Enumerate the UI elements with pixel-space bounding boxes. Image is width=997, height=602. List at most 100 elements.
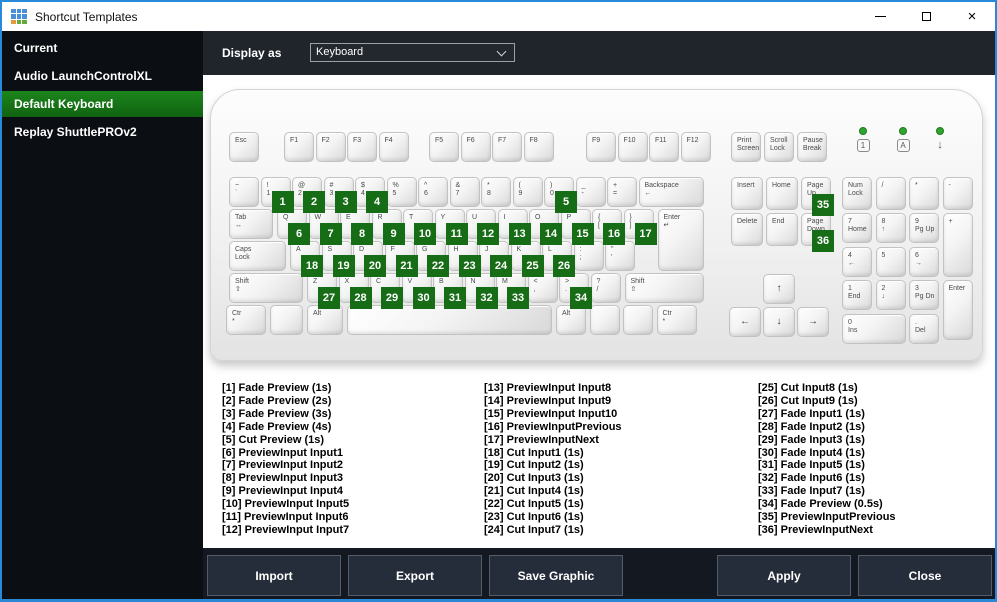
key-r[interactable]: R9 (371, 209, 405, 245)
key-quote[interactable]: " ' (605, 241, 635, 271)
key-print-screen[interactable]: Print Screen (731, 132, 761, 162)
key-alt-left[interactable]: Alt (307, 305, 343, 335)
key-7[interactable]: & 7 (449, 177, 480, 207)
key-3[interactable]: #3 3 (323, 177, 357, 213)
key-6[interactable]: ^ 6 (418, 177, 448, 207)
key-f11[interactable]: F11 (649, 132, 679, 162)
key-ctrl-left[interactable]: Ctr * (226, 305, 266, 335)
key-comma[interactable]: <, (527, 273, 558, 303)
key-f12[interactable]: F12 (680, 132, 711, 162)
key-menu[interactable] (623, 305, 653, 335)
key-numpad-9[interactable]: 9 Pg Up (909, 213, 939, 243)
key-f3[interactable]: F3 (347, 132, 377, 162)
key-bracket-right[interactable]: }] 17 (623, 209, 657, 245)
key-1[interactable]: ! 1 1 (260, 177, 294, 213)
key-t[interactable]: T 10 (403, 209, 436, 245)
key-x[interactable]: X 28 (338, 273, 372, 309)
key-y[interactable]: Y 11 (434, 209, 468, 245)
export-button[interactable]: Export (348, 555, 482, 596)
key-f2[interactable]: F2 (315, 132, 346, 162)
key-f1[interactable]: F1 (284, 132, 314, 162)
key-pause-break[interactable]: Pause Break (797, 132, 827, 162)
key-end[interactable]: End (766, 213, 798, 246)
key-k[interactable]: K 25 (510, 241, 544, 277)
key-numpad-multiply[interactable]: * (909, 177, 939, 210)
display-as-dropdown[interactable]: Keyboard (310, 43, 515, 62)
key-backspace[interactable]: Backspace ← (638, 177, 704, 207)
key-j[interactable]: J 24 (479, 241, 512, 277)
key-f10[interactable]: F10 (617, 132, 648, 162)
key-n[interactable]: N 32 (464, 273, 498, 309)
key-l[interactable]: L 26 (542, 241, 575, 277)
key-page-up[interactable]: PageUp35 (801, 177, 834, 216)
key-equals[interactable]: + = (607, 177, 637, 207)
key-numpad-1[interactable]: 1 End (842, 280, 872, 310)
key-numpad-3[interactable]: 3 Pg Dn (909, 280, 939, 310)
maximize-button[interactable] (903, 2, 949, 31)
key-f9[interactable]: F9 (586, 132, 616, 162)
key-caps-lock[interactable]: Caps Lock (229, 241, 286, 271)
key-d[interactable]: D 20 (353, 241, 386, 277)
key-h[interactable]: H 23 (447, 241, 481, 277)
key-alt-right[interactable]: Alt (556, 305, 586, 335)
key-space[interactable] (347, 305, 552, 335)
sidebar-item-replay-shuttleprov2[interactable]: Replay ShuttlePROv2 (2, 119, 203, 145)
key-numpad-4[interactable]: 4 ← (842, 246, 872, 277)
minimize-button[interactable] (857, 2, 903, 31)
key-u[interactable]: U 12 (466, 209, 499, 245)
key-shift-right[interactable]: Shift ⇧ (624, 273, 704, 303)
key-5[interactable]: % 5 (386, 177, 417, 207)
key-b[interactable]: B 31 (433, 273, 466, 309)
key-scroll-lock[interactable]: Scroll Lock (764, 132, 794, 162)
key-win-left[interactable] (270, 305, 303, 335)
key-numpad-0[interactable]: 0 Ins (842, 313, 906, 344)
key-page-down[interactable]: PageDown36 (801, 213, 834, 252)
close-button[interactable]: Close (858, 555, 992, 596)
key-e[interactable]: E8 (340, 209, 373, 245)
key-period[interactable]: >. 34 (559, 273, 592, 309)
key-win-right[interactable] (589, 305, 620, 335)
key-semicolon[interactable]: :; (573, 241, 604, 271)
key-esc[interactable]: Esc (229, 132, 259, 162)
key-shift-left[interactable]: Shift ⇧ (229, 273, 303, 303)
key-delete[interactable]: Delete (731, 213, 763, 246)
key-i[interactable]: I 13 (497, 209, 531, 245)
key-numpad-decimal[interactable]: . Del (909, 313, 939, 344)
key-numpad-2[interactable]: 2 ↓ (875, 280, 906, 310)
key-c[interactable]: C 29 (370, 273, 403, 309)
key-arrow-down[interactable]: ↓ (763, 307, 795, 337)
key-f5[interactable]: F5 (429, 132, 459, 162)
key-arrow-up[interactable]: ↑ (763, 274, 795, 304)
key-ctrl-right[interactable]: Ctr * (656, 305, 697, 335)
key-z[interactable]: Z 27 (307, 273, 340, 309)
key-p[interactable]: P 15 (560, 209, 594, 245)
key-v[interactable]: V 30 (401, 273, 435, 309)
sidebar-item-current[interactable]: Current (2, 35, 203, 61)
key-minus[interactable]: _ - (575, 177, 606, 207)
key-num-lock[interactable]: Num Lock (842, 177, 872, 210)
key-q[interactable]: Q6 (277, 209, 310, 245)
sidebar-item-audio-launchcontrolxl[interactable]: Audio LaunchControlXL (2, 63, 203, 89)
key-numpad-6[interactable]: 6 → (909, 246, 939, 277)
key-arrow-left[interactable]: ← (729, 307, 761, 337)
key-numpad-subtract[interactable]: - (942, 177, 973, 210)
key-9[interactable]: (9 (512, 177, 543, 207)
sidebar-item-default-keyboard[interactable]: Default Keyboard (2, 91, 203, 117)
key-f7[interactable]: F7 (492, 132, 522, 162)
key-f[interactable]: F 21 (384, 241, 418, 277)
key-slash[interactable]: ? / (590, 273, 621, 303)
apply-button[interactable]: Apply (717, 555, 851, 596)
key-numpad-divide[interactable]: / (875, 177, 906, 210)
key-a[interactable]: A 18 (290, 241, 323, 277)
key-o[interactable]: O 14 (529, 209, 562, 245)
key-bracket-left[interactable]: {[16 (592, 209, 625, 245)
key-w[interactable]: W7 (308, 209, 342, 245)
key-insert[interactable]: Insert (731, 177, 763, 210)
key-numpad-8[interactable]: 8 ↑ (875, 213, 906, 243)
key-arrow-right[interactable]: → (797, 307, 829, 337)
save-graphic-button[interactable]: Save Graphic (489, 555, 623, 596)
close-button[interactable]: × (949, 2, 995, 31)
key-m[interactable]: M 33 (496, 273, 529, 309)
key-tab[interactable]: Tab ↔ (229, 209, 273, 239)
key-4[interactable]: $4 4 (355, 177, 388, 213)
